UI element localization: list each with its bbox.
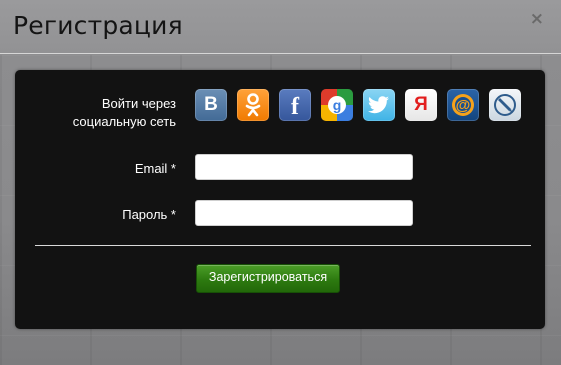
facebook-glyph: f [291, 93, 299, 120]
google-icon[interactable]: g [321, 89, 353, 121]
password-label: Пароль * [122, 207, 176, 222]
svg-text:g: g [333, 97, 342, 113]
twitter-icon[interactable] [363, 89, 395, 121]
email-label: Email * [134, 161, 176, 176]
mailru-icon[interactable]: @ [447, 89, 479, 121]
close-button[interactable]: × [530, 10, 544, 28]
social-login-label: Войти через социальную сеть [36, 95, 176, 131]
mailru-glyph: @ [456, 97, 471, 114]
form-divider [35, 245, 531, 246]
dialog-title: Регистрация [13, 11, 183, 40]
livejournal-icon[interactable] [489, 89, 521, 121]
yandex-icon[interactable]: Я [405, 89, 437, 121]
social-login-label-line1: Войти через [101, 96, 176, 111]
odnoklassniki-icon[interactable] [237, 89, 269, 121]
registration-panel: Войти через социальную сеть В f g Я @ Em… [15, 70, 545, 329]
dialog-header: Регистрация × [0, 0, 561, 54]
email-field[interactable] [195, 154, 413, 180]
social-login-label-line2: социальную сеть [72, 114, 176, 129]
yandex-glyph: Я [414, 94, 428, 115]
vkontakte-icon[interactable]: В [195, 89, 227, 121]
password-field[interactable] [195, 200, 413, 226]
register-button[interactable]: Зарегистрироваться [196, 264, 340, 293]
facebook-icon[interactable]: f [279, 89, 311, 121]
vkontakte-glyph: В [204, 94, 218, 115]
